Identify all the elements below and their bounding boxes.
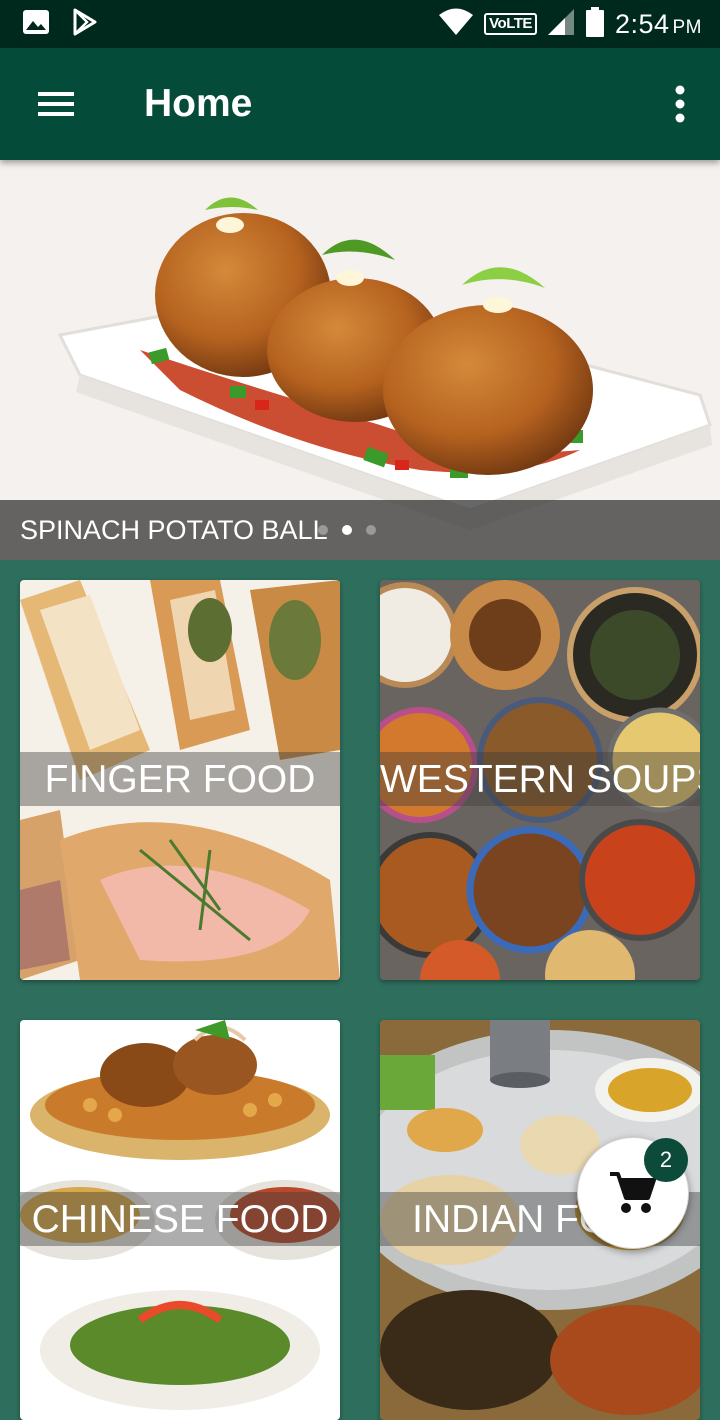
wifi-icon — [438, 8, 474, 41]
carousel-dot[interactable] — [366, 525, 376, 535]
page-title: Home — [144, 82, 253, 125]
carousel-indicator — [318, 525, 376, 535]
gallery-notification-icon — [22, 9, 50, 40]
cart-count-badge: 2 — [644, 1138, 688, 1182]
clock-time: 2:54 — [614, 8, 670, 39]
clock: 2:54 PM — [615, 9, 702, 40]
featured-carousel[interactable]: SPINACH POTATO BALL — [0, 160, 720, 560]
play-store-notification-icon — [72, 8, 98, 41]
app-bar: Home — [0, 48, 720, 160]
more-vert-icon — [675, 85, 685, 123]
category-label: WESTERN SOUPS — [380, 758, 700, 801]
banner-caption: SPINACH POTATO BALL — [20, 515, 328, 545]
battery-icon — [585, 6, 605, 42]
status-bar: VoLTE 2:54 PM — [0, 0, 720, 48]
hamburger-icon — [38, 92, 74, 116]
volte-indicator: VoLTE — [484, 13, 537, 35]
category-card-western-soups[interactable]: WESTERN SOUPS — [380, 580, 700, 980]
banner-caption-bar: SPINACH POTATO BALL — [0, 500, 720, 560]
category-label: CHINESE FOOD — [31, 1198, 329, 1241]
shopping-cart-icon — [610, 1172, 656, 1213]
overflow-menu-button[interactable] — [664, 82, 696, 126]
category-label: FINGER FOOD — [44, 758, 316, 801]
carousel-dot[interactable] — [342, 525, 352, 535]
category-card-chinese-food[interactable]: CHINESE FOOD — [20, 1020, 340, 1420]
clock-ampm: PM — [672, 16, 702, 38]
category-card-finger-food[interactable]: FINGER FOOD — [20, 580, 340, 980]
carousel-dot[interactable] — [318, 525, 328, 535]
signal-icon — [547, 8, 575, 41]
menu-button[interactable] — [32, 82, 80, 126]
